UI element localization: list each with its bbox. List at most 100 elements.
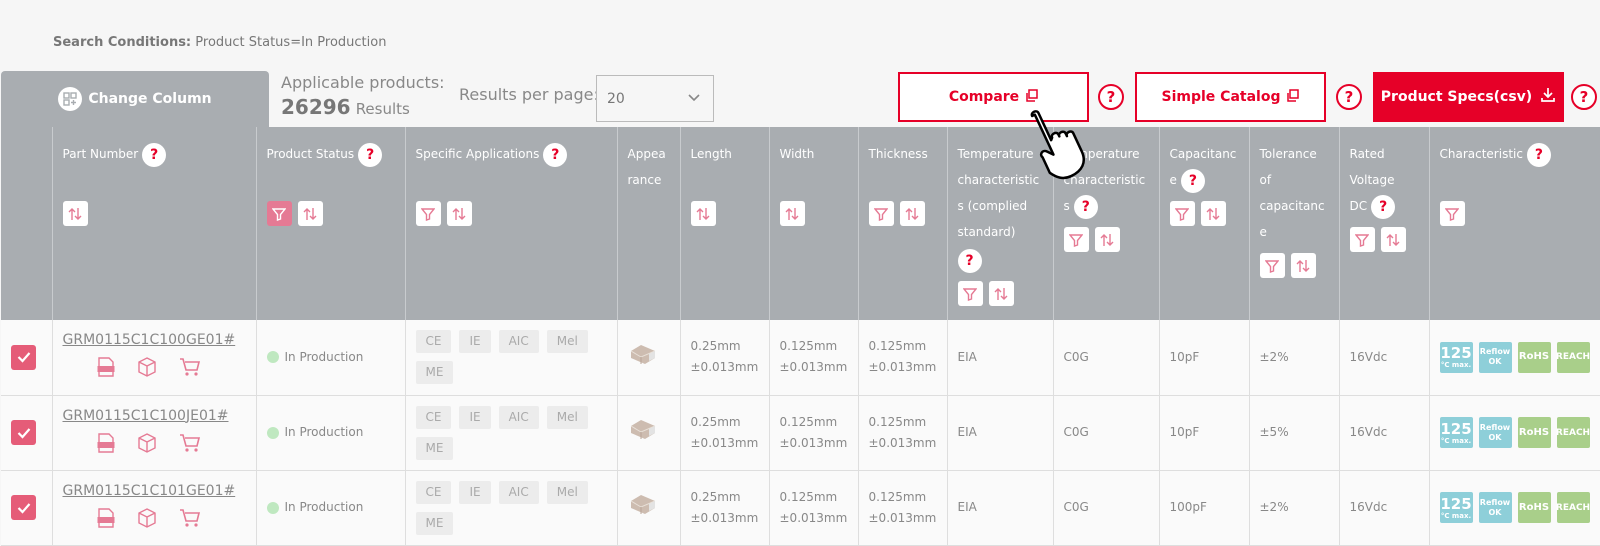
filter-icon[interactable] (1063, 227, 1089, 252)
simple-catalog-button[interactable]: Simple Catalog (1135, 72, 1326, 122)
header-specific-applications: Specific Applications? (405, 127, 618, 320)
filter-icon[interactable] (1349, 227, 1375, 252)
reach-badge: REACH (1556, 417, 1590, 448)
cart-icon[interactable] (179, 433, 201, 460)
temp-125-badge: 125 °C max. (1439, 341, 1473, 373)
header-length: Length (680, 127, 770, 320)
product-specs-csv-button[interactable]: Product Specs(csv) (1373, 72, 1564, 122)
sort-icon[interactable] (690, 201, 716, 226)
compare-button[interactable]: Compare (898, 72, 1089, 122)
results-per-page-value: 20 (607, 90, 625, 107)
application-tag: AIC (498, 480, 539, 504)
help-icon[interactable]: ? (957, 248, 982, 273)
filter-icon[interactable] (266, 201, 292, 226)
width-cell: 0.125mm ±0.013mm (769, 470, 859, 546)
help-icon[interactable]: ? (1180, 168, 1205, 193)
compare-help-icon[interactable]: ? (1098, 84, 1124, 110)
rohs-badge: RoHS (1517, 341, 1551, 373)
row-checkbox[interactable] (11, 420, 36, 445)
change-column-button[interactable]: Change Column (1, 71, 269, 127)
row-checkbox[interactable] (11, 344, 36, 370)
filter-icon[interactable] (1259, 253, 1285, 278)
reach-badge: REACH (1556, 492, 1590, 523)
application-tag: AIC (498, 330, 539, 354)
header-temperature-characteristics: Temperature characteristic s? (1053, 127, 1160, 320)
header-tolerance: Tolerance of capacitanc e (1249, 127, 1340, 320)
temp-std-cell: EIA (947, 320, 1054, 396)
reflow-ok-badge: Reflow OK (1478, 341, 1512, 373)
filter-icon[interactable] (1439, 201, 1465, 226)
thickness-cell: 0.125mm ±0.013mm (858, 470, 948, 546)
characteristic-cell: 125 °C max. Reflow OK RoHS REACH (1429, 470, 1600, 546)
select-cell (1, 320, 53, 396)
sort-icon[interactable] (779, 201, 805, 226)
header-thickness: Thickness (858, 127, 948, 320)
filter-icon[interactable] (957, 281, 983, 306)
status-text: In Production (284, 349, 364, 364)
header-select (1, 127, 53, 320)
select-cell (1, 470, 53, 546)
part-number-link[interactable]: GRM0115C1C100JE01# (63, 406, 246, 427)
help-icon[interactable]: ? (543, 142, 568, 167)
compare-label: Compare (948, 89, 1020, 105)
pdf-icon[interactable] (97, 432, 115, 460)
pdf-icon[interactable] (97, 357, 115, 384)
header-width: Width (769, 127, 859, 320)
change-column-label: Change Column (88, 91, 212, 107)
header-characteristic: Characteristic? (1429, 127, 1600, 320)
sort-icon[interactable] (1290, 253, 1316, 278)
filter-icon[interactable] (868, 201, 894, 226)
sort-icon[interactable] (1094, 227, 1120, 252)
temp-char-cell: C0G (1053, 395, 1160, 471)
help-icon[interactable]: ? (1526, 142, 1551, 167)
3d-model-cube-icon[interactable] (137, 507, 157, 535)
cart-icon[interactable] (179, 357, 201, 384)
sort-icon[interactable] (446, 201, 472, 226)
length-cell: 0.25mm ±0.013mm (680, 470, 770, 546)
3d-model-cube-icon[interactable] (137, 357, 157, 384)
application-tag: IE (459, 405, 491, 429)
product-table: Part Number? Product Status? Specific Ap… (1, 127, 1600, 546)
filter-icon[interactable] (415, 201, 441, 226)
row-checkbox[interactable] (11, 495, 36, 520)
simple-catalog-help-icon[interactable]: ? (1336, 84, 1362, 110)
capacitor-chip-image (630, 344, 655, 364)
application-tag: ME (415, 511, 454, 535)
temp-std-cell: EIA (947, 470, 1054, 546)
help-icon[interactable]: ? (1073, 194, 1098, 219)
help-icon[interactable]: ? (142, 142, 167, 167)
product-status-cell: In Production (256, 395, 406, 471)
results-per-page-select[interactable]: 20 (596, 75, 714, 122)
reflow-ok-badge: Reflow OK (1478, 492, 1512, 523)
application-tag: Mel (546, 405, 588, 429)
pdf-icon[interactable] (97, 507, 115, 535)
sort-icon[interactable] (297, 201, 323, 226)
filter-icon[interactable] (1169, 201, 1195, 226)
sort-icon[interactable] (899, 201, 925, 226)
header-product-status: Product Status? (256, 127, 406, 320)
part-number-link[interactable]: GRM0115C1C101GE01# (63, 481, 246, 502)
product-specs-help-icon[interactable]: ? (1571, 84, 1597, 110)
3d-model-cube-icon[interactable] (137, 432, 157, 460)
grid-add-icon (58, 87, 83, 111)
sort-icon[interactable] (62, 201, 88, 226)
sort-icon[interactable] (1200, 201, 1226, 226)
reflow-ok-badge: Reflow OK (1478, 417, 1512, 448)
temp-char-cell: C0G (1053, 320, 1160, 396)
capacitance-cell: 10pF (1159, 395, 1250, 471)
sort-icon[interactable] (988, 281, 1014, 306)
sort-icon[interactable] (1380, 227, 1406, 252)
part-number-link[interactable]: GRM0115C1C100GE01# (63, 330, 246, 351)
tolerance-cell: ±5% (1249, 395, 1340, 471)
appearance-cell (617, 470, 681, 546)
temp-125-badge: 125 °C max. (1439, 417, 1473, 448)
help-icon[interactable]: ? (1371, 194, 1396, 219)
cart-icon[interactable] (179, 508, 201, 535)
width-cell: 0.125mm ±0.013mm (769, 395, 859, 471)
results-word: Results (355, 100, 410, 118)
help-icon[interactable]: ? (358, 142, 383, 167)
table-header-row: Part Number? Product Status? Specific Ap… (1, 127, 1600, 320)
thickness-cell: 0.125mm ±0.013mm (858, 320, 948, 396)
thickness-cell: 0.125mm ±0.013mm (858, 395, 948, 471)
rohs-badge: RoHS (1517, 492, 1551, 523)
